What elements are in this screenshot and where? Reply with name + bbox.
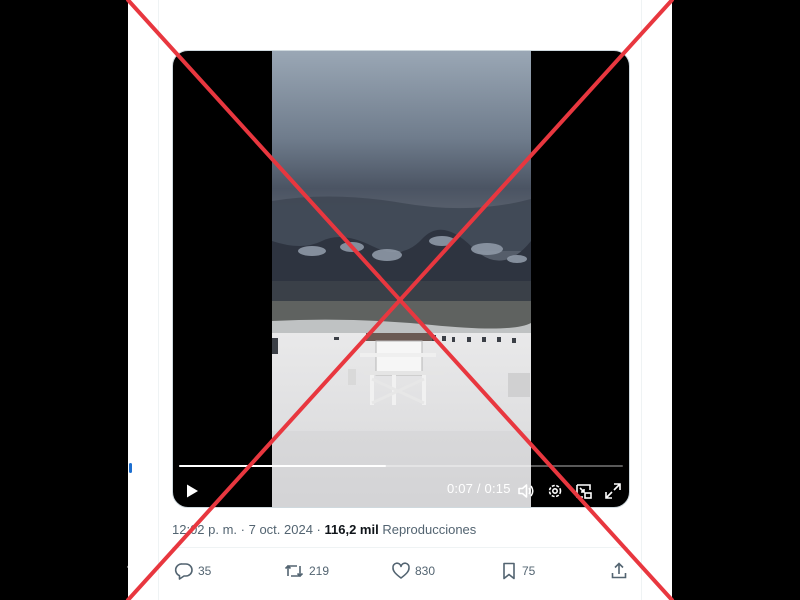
video-frame: [272, 51, 531, 507]
gear-icon: [548, 484, 562, 498]
picture-in-picture-icon: [576, 484, 592, 499]
views-label: Reproducciones: [378, 522, 477, 537]
bookmark-icon: [503, 562, 515, 580]
meta-separator: ·: [237, 522, 249, 537]
more-dots-icon[interactable]: •••: [127, 560, 138, 574]
tweet-actions-bar: 35 219 830 75: [172, 558, 630, 584]
video-player[interactable]: 0:07 / 0:15: [172, 50, 630, 508]
share-button[interactable]: [609, 558, 629, 584]
repost-icon: [284, 564, 304, 578]
tweet-time[interactable]: 12:02 p. m.: [172, 522, 237, 537]
picture-in-picture-button[interactable]: [572, 479, 596, 503]
like-button[interactable]: 830: [391, 558, 435, 584]
tweet-date[interactable]: 7 oct. 2024: [249, 522, 313, 537]
scroll-indicator: [129, 463, 132, 473]
play-icon: [187, 484, 198, 498]
settings-button[interactable]: [543, 479, 567, 503]
repost-count: 219: [309, 564, 330, 578]
volume-button[interactable]: [514, 479, 538, 503]
tweet-metadata: 12:02 p. m. · 7 oct. 2024 · 116,2 mil Re…: [172, 522, 476, 537]
reply-count: 35: [198, 564, 212, 578]
divider: [172, 547, 628, 548]
meta-separator-2: ·: [312, 522, 325, 537]
bookmark-count: 75: [522, 564, 536, 578]
video-time-display: 0:07 / 0:15: [447, 481, 511, 496]
progress-fill: [179, 465, 387, 467]
repost-button[interactable]: 219: [283, 558, 329, 584]
play-button[interactable]: [181, 479, 203, 503]
bookmark-button[interactable]: 75: [500, 558, 535, 584]
fullscreen-icon: [605, 483, 621, 499]
share-icon: [611, 562, 627, 579]
reply-icon: [174, 563, 193, 580]
fullscreen-button[interactable]: [601, 479, 625, 503]
reply-button[interactable]: 35: [174, 558, 211, 584]
like-count: 830: [415, 564, 436, 578]
heart-icon: [392, 562, 410, 579]
views-count: 116,2 mil: [324, 522, 379, 537]
progress-bar[interactable]: [179, 465, 623, 467]
volume-icon: [518, 484, 534, 498]
